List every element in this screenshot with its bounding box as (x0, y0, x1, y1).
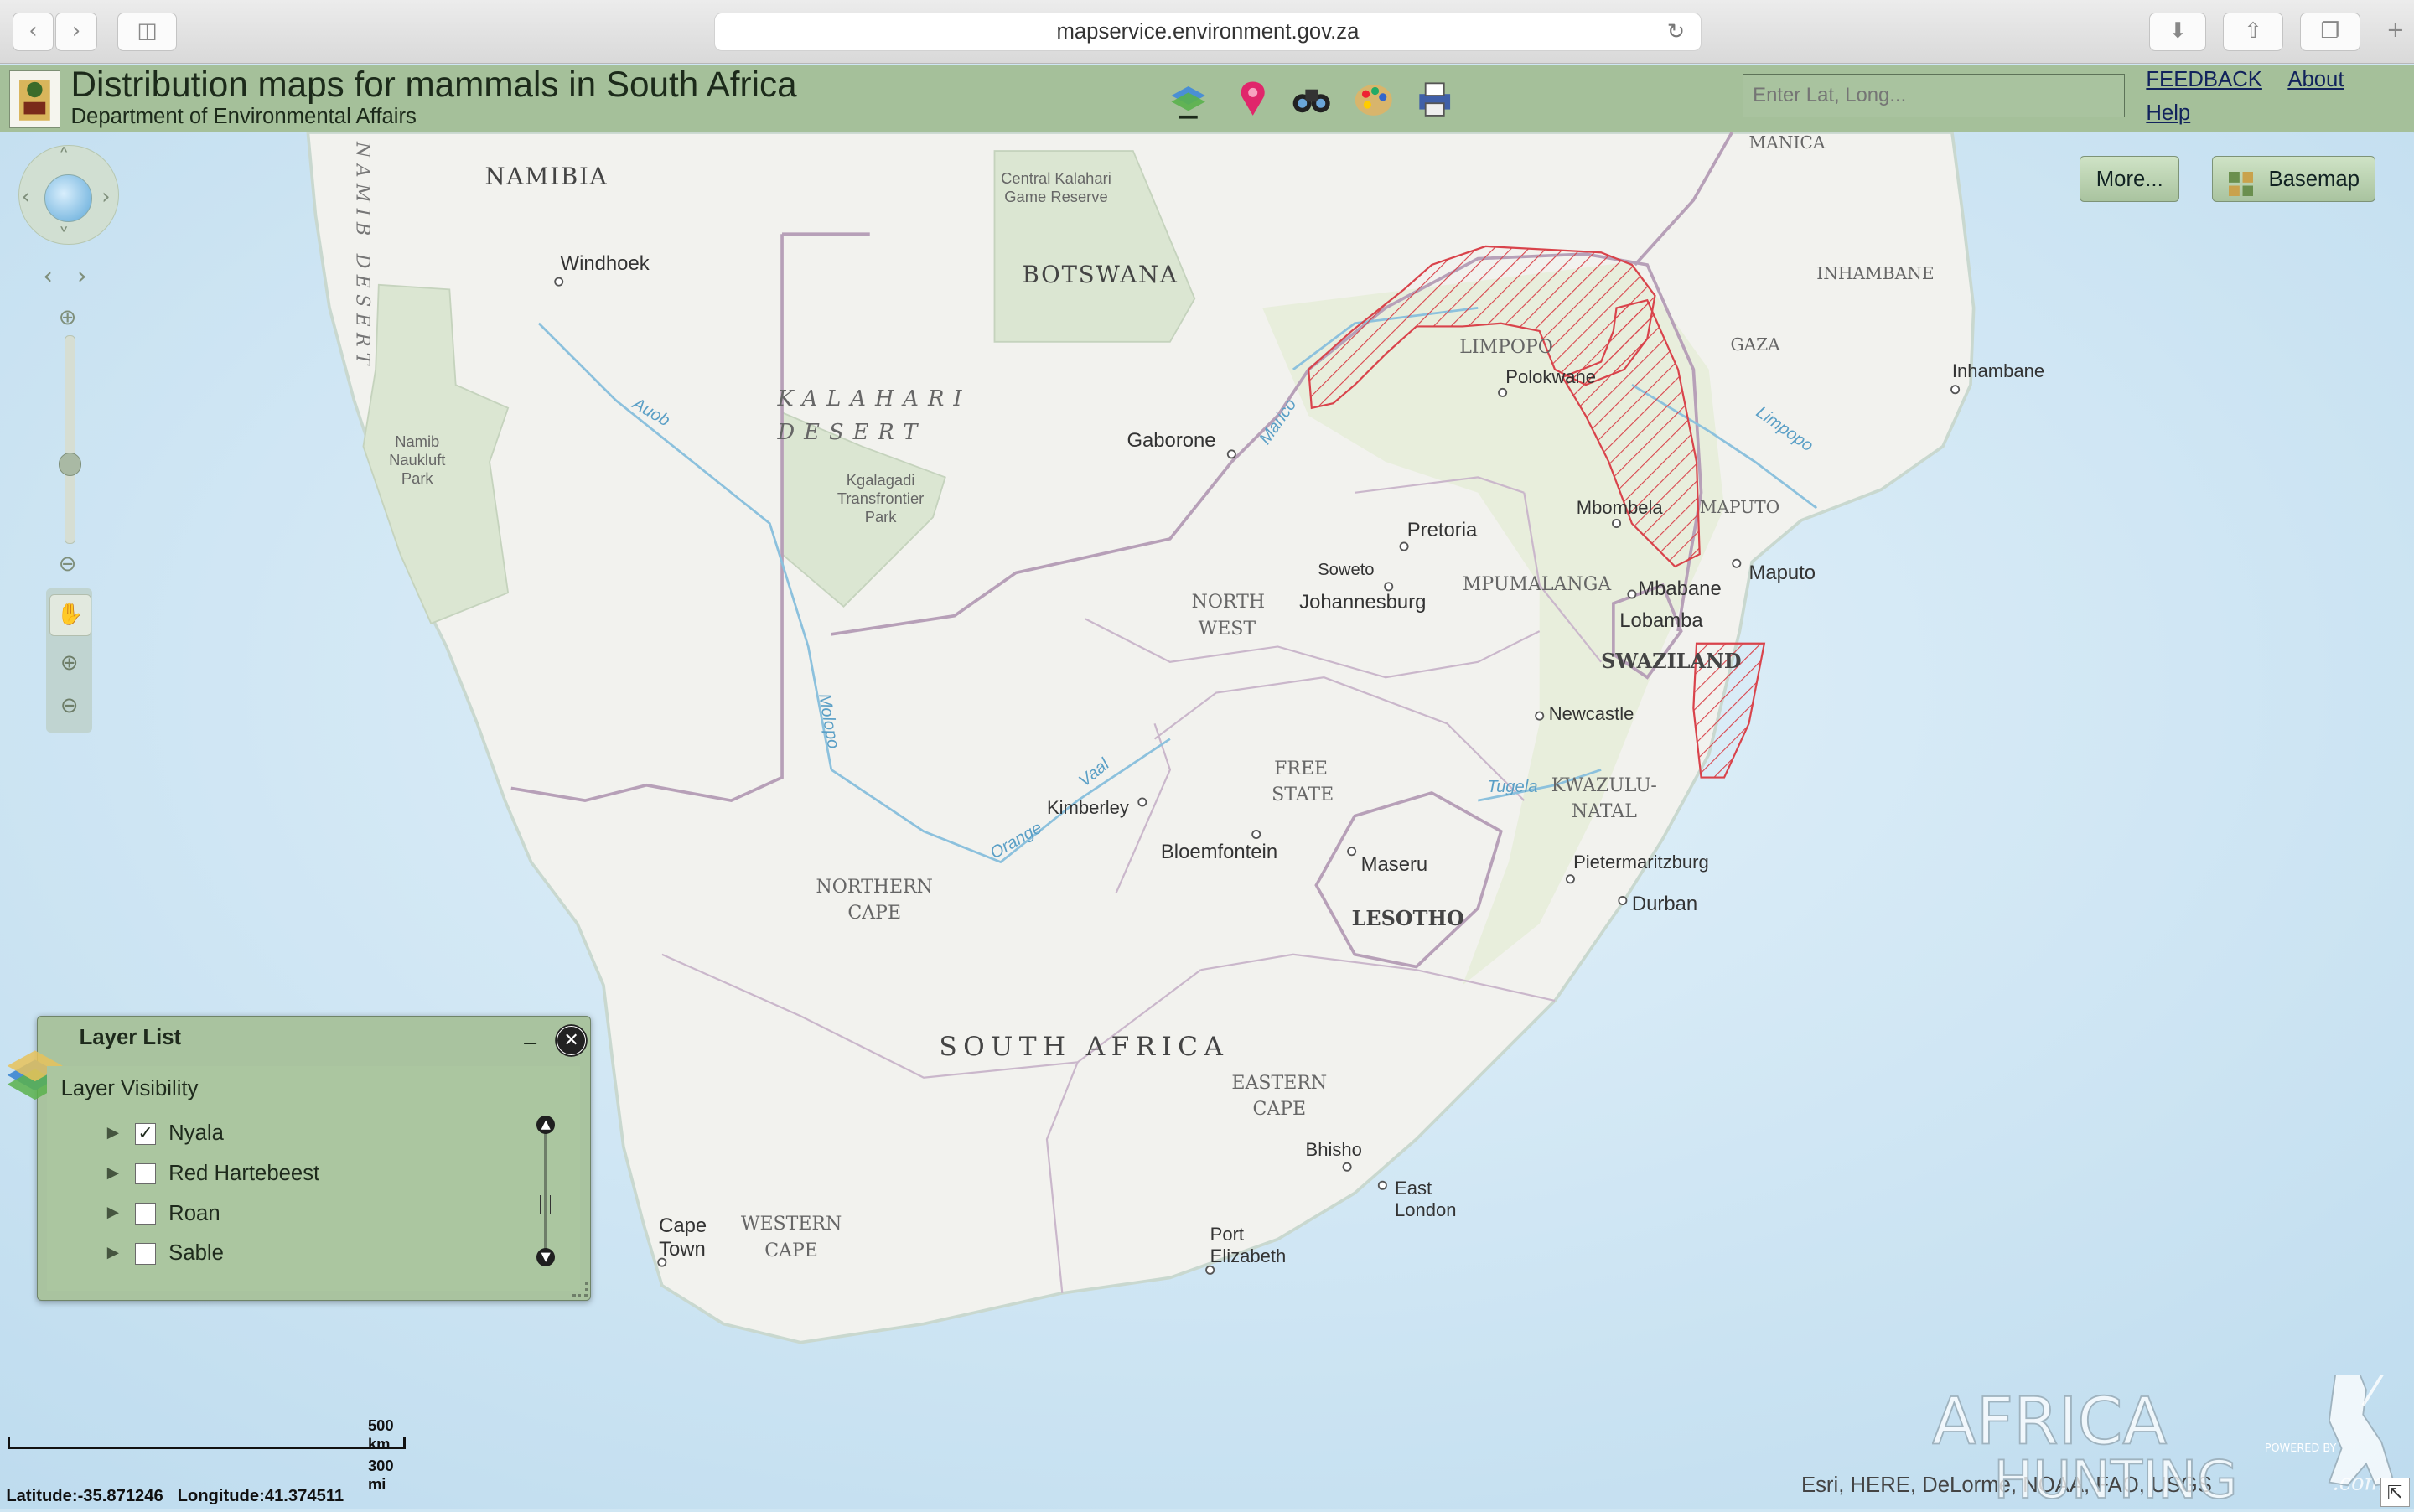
africahunting-watermark-logo: AFRICA HUNTING .com POWERED BY (1931, 1343, 2409, 1511)
pan-left-icon[interactable]: ‹ (22, 184, 30, 210)
pan-down-icon[interactable]: ˅ (59, 225, 70, 250)
scale-bar: 500 km 300 mi (8, 1416, 411, 1493)
address-bar[interactable]: mapservice.environment.gov.za ↻ (714, 12, 1702, 51)
resize-grip-icon[interactable] (572, 1282, 588, 1297)
layer-list-title: Layer List (79, 1026, 182, 1050)
layer-checkbox[interactable]: ✓ (134, 1122, 157, 1145)
pan-up-icon[interactable]: ˄ (59, 145, 70, 170)
svg-text:HUNTING: HUNTING (1994, 1449, 2238, 1505)
layer-checkbox[interactable] (134, 1203, 157, 1225)
back-button[interactable]: ‹ (12, 12, 54, 51)
layer-label: Roan (168, 1201, 220, 1225)
layers-icon[interactable] (1167, 77, 1210, 120)
layer-label: Red Hartebeest (168, 1161, 320, 1185)
layer-visibility-heading: Layer Visibility (60, 1076, 199, 1100)
basemap-grid-icon (2228, 167, 2254, 197)
app-header: Distribution maps for mammals in South A… (0, 65, 2414, 133)
expand-arrow-icon[interactable]: ▶ (107, 1123, 119, 1142)
binoculars-icon[interactable] (1290, 77, 1333, 120)
url-text: mapservice.environment.gov.za (1056, 19, 1360, 44)
zoom-slider[interactable] (65, 335, 76, 544)
layer-checkbox[interactable] (134, 1162, 157, 1185)
more-button[interactable]: More... (2080, 155, 2180, 202)
layer-label: Sable (168, 1241, 224, 1266)
zoom-in-small-icon[interactable]: ⊕ (59, 305, 77, 330)
palette-icon[interactable] (1352, 77, 1395, 120)
share-button[interactable]: ⇧ (2223, 12, 2283, 51)
minimize-button[interactable]: _ (524, 1022, 536, 1046)
expand-arrow-icon[interactable]: ▶ (107, 1203, 119, 1221)
pan-hand-icon[interactable]: ✋ (49, 593, 91, 636)
reload-icon[interactable]: ↻ (1667, 13, 1686, 50)
close-icon[interactable]: ✕ (557, 1026, 587, 1056)
layer-list-scrollbar[interactable] (544, 1124, 548, 1255)
scale-line (8, 1437, 406, 1450)
scroll-thumb[interactable] (539, 1195, 551, 1214)
zoom-out-small-icon[interactable]: ⊖ (59, 551, 77, 577)
full-extent-globe-icon[interactable] (44, 173, 93, 222)
layer-checkbox[interactable] (134, 1243, 157, 1265)
scroll-up-icon[interactable]: ▲ (536, 1115, 556, 1134)
zoom-out-tool-icon[interactable]: ⊖ (49, 686, 90, 727)
zoom-in-tool-icon[interactable]: ⊕ (49, 644, 90, 684)
basemap-label: Basemap (2268, 167, 2360, 191)
basemap-button[interactable]: Basemap (2212, 155, 2376, 202)
next-extent-icon[interactable]: › (77, 261, 87, 290)
map-canvas[interactable]: NAMIBIA BOTSWANA SOUTH AFRICA LESOTHO SW… (0, 132, 2414, 1509)
scroll-down-icon[interactable]: ▼ (536, 1247, 556, 1266)
previous-extent-icon[interactable]: ‹ (43, 261, 53, 290)
svg-text:POWERED BY: POWERED BY (2265, 1442, 2337, 1455)
cursor-coordinates: Latitude:-35.871246 Longitude:41.374511 (6, 1487, 344, 1506)
layer-label: Nyala (168, 1121, 224, 1146)
latitude-value: -35.871246 (77, 1487, 163, 1506)
scale-mi-label: 300 mi (367, 1456, 394, 1493)
corner-logo-icon: ⇱ (2380, 1478, 2410, 1508)
help-link[interactable]: Help (2146, 101, 2190, 126)
zoom-slider-handle[interactable] (58, 452, 82, 476)
sidebar-toggle-button[interactable]: ◫ (117, 12, 178, 51)
forward-button[interactable]: › (55, 12, 97, 51)
app-title: Distribution maps for mammals in South A… (70, 65, 797, 105)
new-tab-button[interactable]: + (2380, 13, 2411, 49)
browser-toolbar: ‹ › ◫ mapservice.environment.gov.za ↻ ⬇ … (0, 0, 2414, 65)
pan-right-icon[interactable]: › (101, 184, 110, 210)
pin-icon[interactable] (1231, 77, 1274, 120)
layer-list-panel: Layer List _ ✕ Layer Visibility ▶ ✓ Nyal… (7, 1016, 592, 1302)
latitude-label: Latitude: (6, 1487, 78, 1506)
location-search-input[interactable] (1743, 74, 2125, 117)
print-icon[interactable] (1413, 77, 1456, 120)
longitude-label: Longitude: (177, 1487, 265, 1506)
expand-arrow-icon[interactable]: ▶ (107, 1163, 119, 1182)
about-link[interactable]: About (2287, 68, 2344, 92)
expand-arrow-icon[interactable]: ▶ (107, 1243, 119, 1261)
feedback-link[interactable]: FEEDBACK (2146, 68, 2262, 92)
longitude-value: 41.374511 (264, 1487, 344, 1506)
app-subtitle: Department of Environmental Affairs (70, 104, 417, 128)
tabs-button[interactable]: ❐ (2300, 12, 2360, 51)
downloads-button[interactable]: ⬇ (2149, 12, 2207, 51)
coat-of-arms-logo (9, 70, 60, 128)
